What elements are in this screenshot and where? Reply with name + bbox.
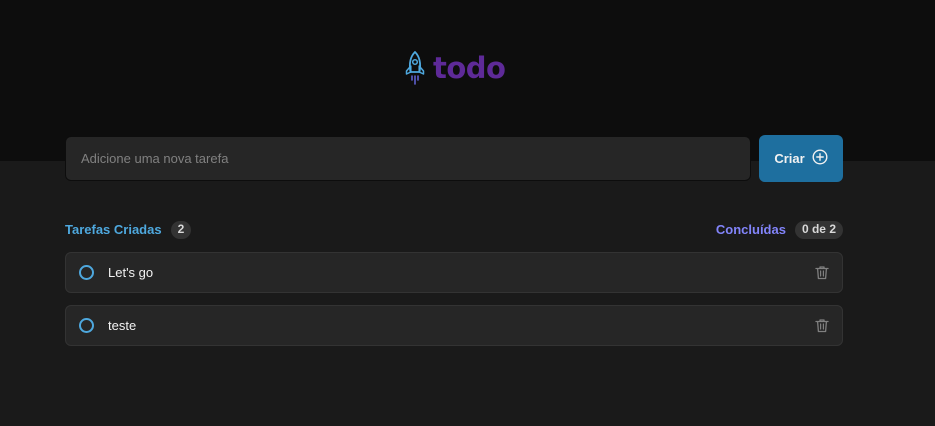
task-checkbox[interactable] [79, 265, 94, 280]
task-item: Let's go [65, 252, 843, 293]
created-tasks-count: 2 [170, 221, 192, 239]
completed-tasks-label: Concluídas [715, 222, 786, 238]
trash-icon[interactable] [815, 265, 829, 280]
logo-text: todo [433, 50, 506, 85]
task-stats: Tarefas Criadas 2 Concluídas 0 de 2 [65, 220, 843, 240]
create-button-label: Criar [774, 151, 805, 166]
task-item: teste [65, 305, 843, 346]
new-task-form: Criar [65, 135, 843, 182]
task-list: Let's go teste [65, 252, 843, 358]
created-tasks-stat: Tarefas Criadas 2 [65, 221, 192, 239]
logo: todo [403, 50, 506, 86]
task-text: teste [108, 318, 137, 333]
rocket-icon [403, 50, 427, 86]
task-checkbox[interactable] [79, 318, 94, 333]
trash-icon[interactable] [815, 318, 829, 333]
plus-circle-icon [812, 149, 828, 168]
task-text: Let's go [108, 265, 154, 280]
create-button[interactable]: Criar [759, 135, 843, 182]
created-tasks-label: Tarefas Criadas [65, 222, 162, 238]
completed-tasks-stat: Concluídas 0 de 2 [716, 221, 843, 239]
new-task-input[interactable] [65, 136, 751, 181]
completed-tasks-count: 0 de 2 [794, 221, 843, 239]
